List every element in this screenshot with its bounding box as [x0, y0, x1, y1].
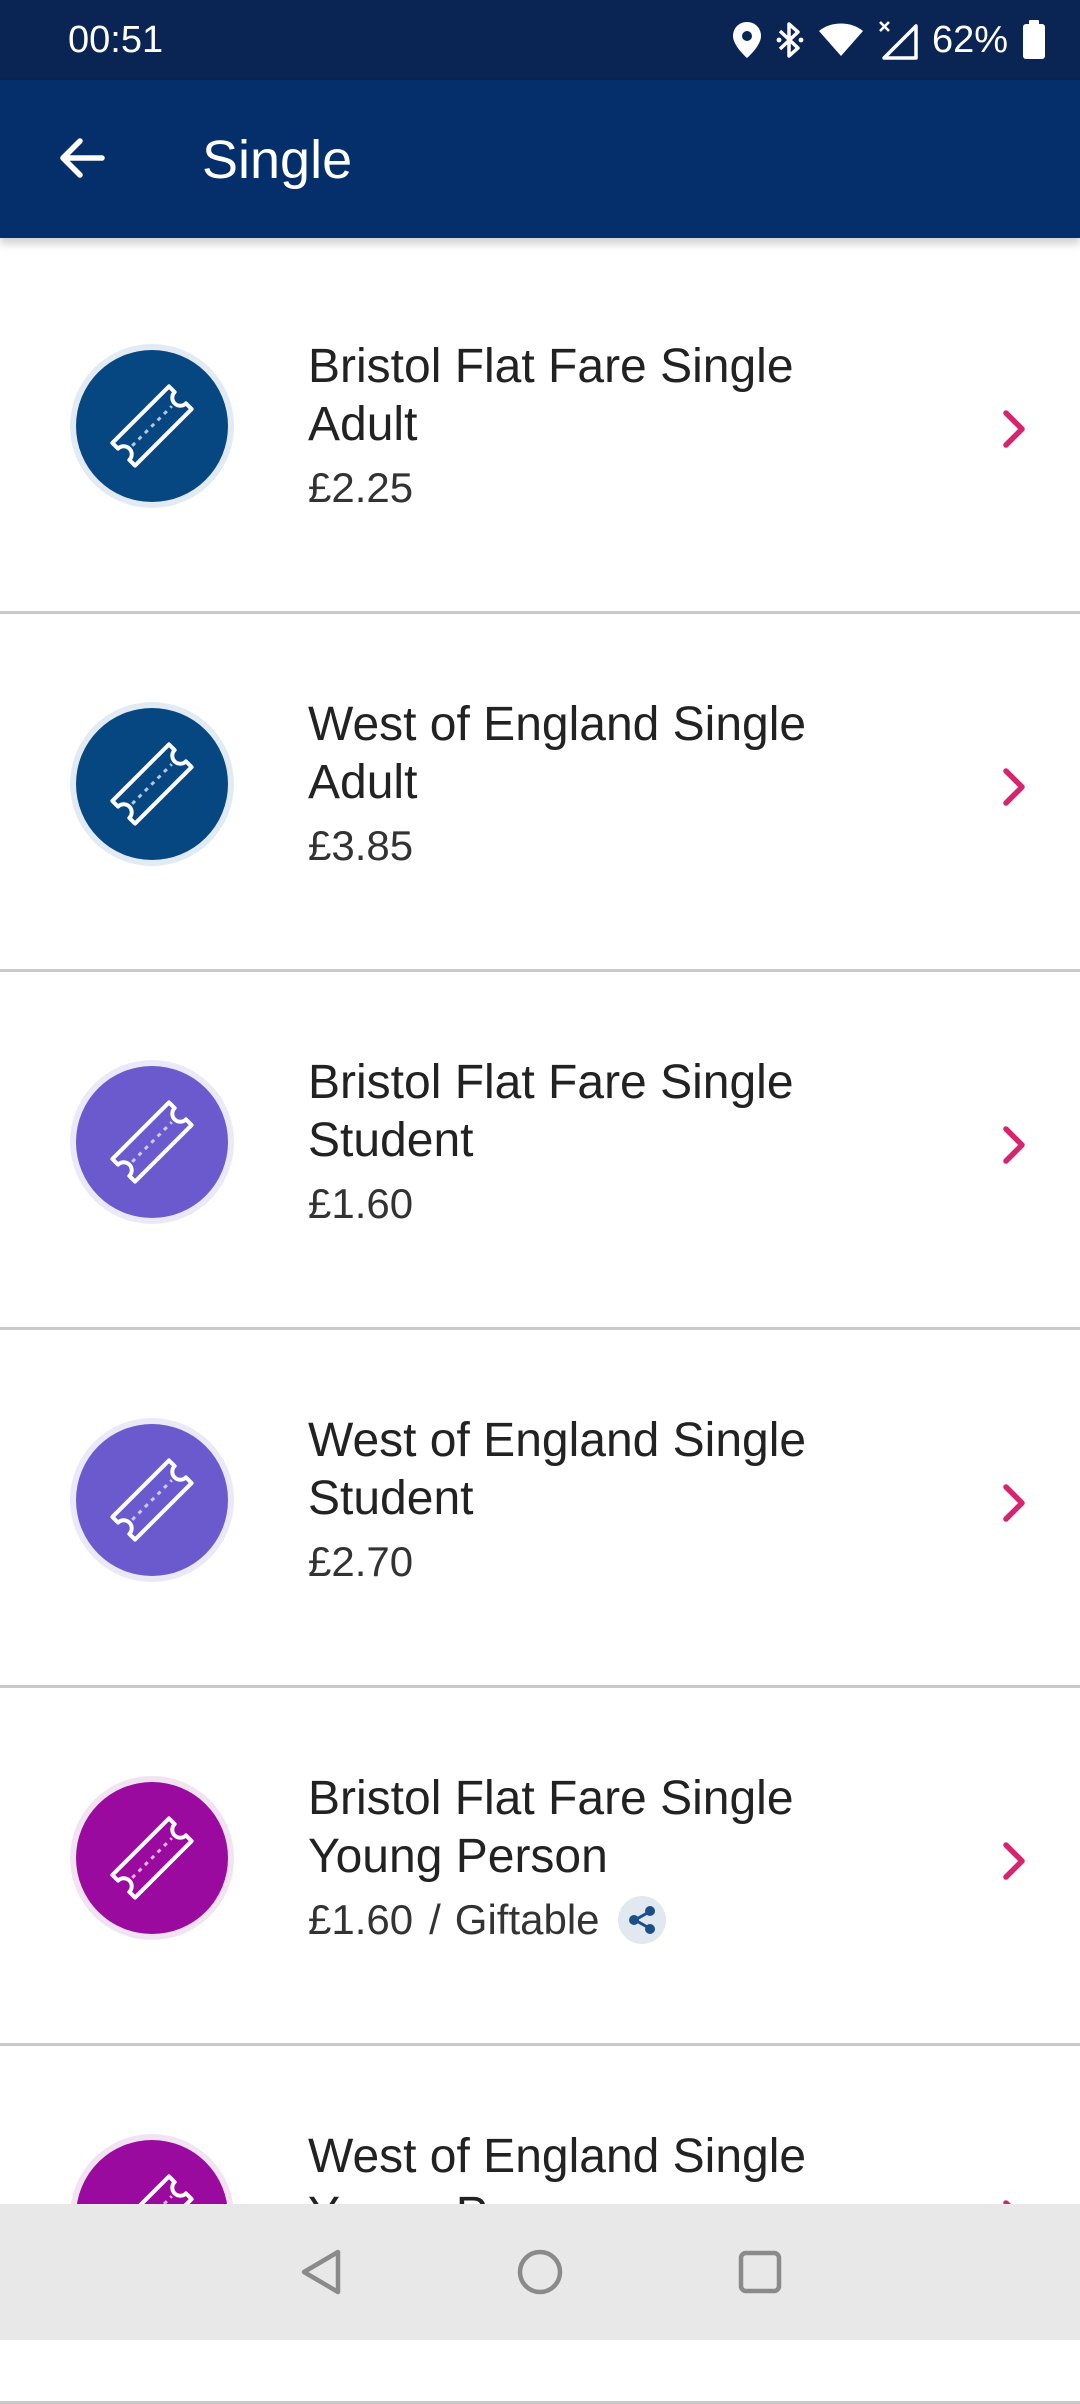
ticket-icon	[110, 1458, 194, 1542]
ticket-price: £1.60	[308, 1896, 414, 1943]
nav-recents-button[interactable]	[730, 2242, 790, 2302]
ticket-title: West of England Single	[308, 2130, 807, 2183]
ticket-price: £1.60	[308, 1180, 414, 1227]
nav-home-button[interactable]	[510, 2242, 570, 2302]
ticket-icon	[110, 1100, 194, 1184]
ticket-meta: £1.60	[308, 1178, 968, 1230]
ticket-meta: £1.60 / Giftable	[308, 1894, 968, 1946]
ticket-item[interactable]: Bristol Flat Fare Single Adult £2.25	[0, 256, 1080, 614]
recents-square-icon	[738, 2250, 782, 2294]
ticket-type: Student	[308, 1472, 474, 1525]
app-bar: Single	[0, 80, 1080, 238]
share-icon	[617, 1896, 666, 1944]
ticket-text: West of England Single Student £2.70	[308, 1412, 968, 1588]
ticket-item[interactable]: Bristol Flat Fare Single Student £1.60	[0, 972, 1080, 1330]
chevron-right-icon	[986, 1833, 1042, 1889]
page-title: Single	[202, 130, 353, 190]
chevron-right-icon	[986, 1117, 1042, 1173]
ticket-meta: £2.70	[308, 1536, 968, 1588]
ticket-title: Bristol Flat Fare Single	[308, 1772, 794, 1825]
back-arrow-icon	[60, 138, 105, 178]
wifi-icon	[818, 22, 864, 58]
status-icons: 62%	[718, 14, 1046, 66]
ticket-type: Young Person	[308, 1830, 608, 1883]
ticket-icon	[110, 384, 194, 468]
ticket-list: Bristol Flat Fare Single Adult £2.25 Wes…	[0, 256, 1080, 2404]
home-circle-icon	[517, 2249, 563, 2295]
chevron-right-icon	[986, 759, 1042, 815]
ticket-badge	[70, 1418, 234, 1582]
ticket-title: West of England Single	[308, 1414, 807, 1467]
ticket-meta: £2.25	[308, 462, 968, 514]
signal-icon	[878, 20, 918, 60]
battery-percent: 62%	[931, 19, 1008, 61]
ticket-title: Bristol Flat Fare Single	[308, 1056, 794, 1109]
status-bar: 00:51 62%	[0, 0, 1080, 80]
ticket-meta: £3.85	[308, 820, 968, 872]
nav-back-button[interactable]	[292, 2242, 352, 2302]
ticket-price: £2.25	[308, 464, 414, 511]
ticket-item[interactable]: Bristol Flat Fare Single Young Person £1…	[0, 1688, 1080, 2046]
ticket-badge	[70, 1776, 234, 1940]
ticket-title: Bristol Flat Fare Single	[308, 340, 794, 393]
ticket-text: Bristol Flat Fare Single Student £1.60	[308, 1054, 968, 1230]
system-nav-bar	[0, 2204, 1080, 2340]
ticket-icon	[110, 742, 194, 826]
giftable-label: Giftable	[454, 1896, 600, 1943]
ticket-type: Adult	[308, 398, 418, 451]
ticket-text: Bristol Flat Fare Single Adult £2.25	[308, 338, 968, 514]
ticket-icon	[110, 1816, 194, 1900]
ticket-item[interactable]: West of England Single Student £2.70	[0, 1330, 1080, 1688]
back-triangle-icon	[301, 2249, 341, 2295]
ticket-price: £2.70	[308, 1538, 414, 1585]
location-icon	[732, 21, 762, 59]
chevron-right-icon	[986, 1475, 1042, 1531]
back-button[interactable]	[44, 120, 120, 196]
bluetooth-icon	[776, 20, 804, 60]
ticket-title: West of England Single	[308, 698, 807, 751]
ticket-price: £3.85	[308, 822, 414, 869]
meta-separator: /	[429, 1896, 441, 1943]
ticket-type: Adult	[308, 756, 418, 809]
ticket-text: West of England Single Adult £3.85	[308, 696, 968, 872]
ticket-item[interactable]: West of England Single Adult £3.85	[0, 614, 1080, 972]
ticket-text: Bristol Flat Fare Single Young Person £1…	[308, 1770, 968, 1946]
ticket-badge	[70, 344, 234, 508]
chevron-right-icon	[986, 401, 1042, 457]
status-time: 00:51	[68, 19, 164, 61]
battery-icon	[1022, 20, 1046, 60]
ticket-type: Student	[308, 1114, 474, 1167]
ticket-badge	[70, 702, 234, 866]
ticket-badge	[70, 1060, 234, 1224]
